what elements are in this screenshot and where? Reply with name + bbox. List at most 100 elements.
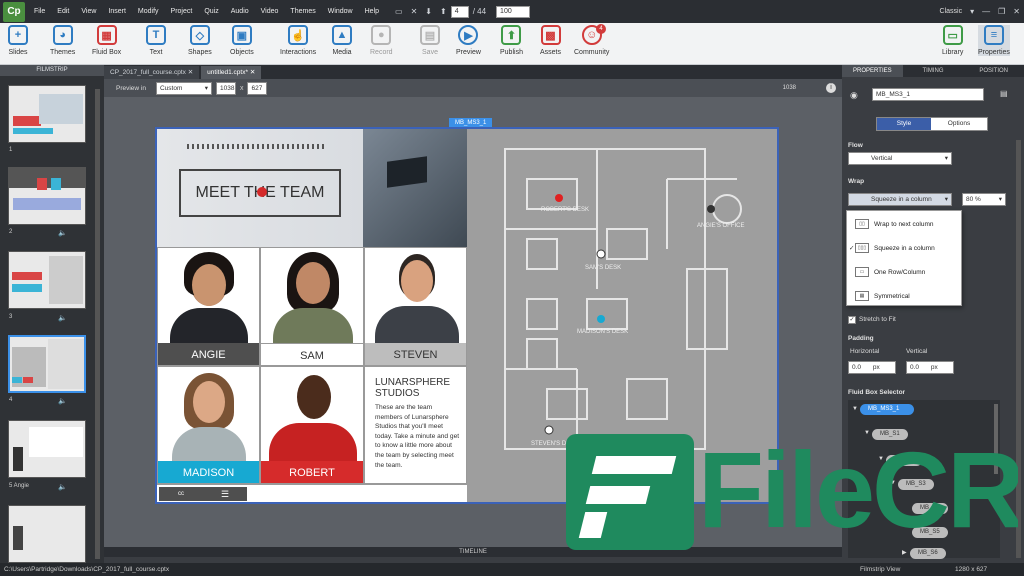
menu-insert[interactable]: Insert: [108, 8, 126, 15]
cc-button[interactable]: cc: [159, 487, 203, 501]
info-icon[interactable]: i: [826, 83, 836, 93]
eye-icon[interactable]: ◉: [850, 90, 858, 101]
fluid-box-button[interactable]: ▦ Fluid Box: [92, 25, 121, 56]
steven-name: STEVEN: [365, 343, 466, 365]
angie-card[interactable]: ANGIE: [157, 247, 260, 366]
menu-icon[interactable]: ☰: [203, 487, 247, 501]
wrap-option-symmetrical[interactable]: ▦ Symmetrical: [855, 291, 910, 301]
selection-label: MB_MS3_1: [449, 118, 493, 128]
text-button[interactable]: T Text: [146, 25, 166, 56]
padding-horizontal-input[interactable]: 0.0 px: [848, 361, 896, 374]
workspace-select[interactable]: Classic: [940, 8, 963, 15]
map-label: ANGIE'S OFFICE: [697, 223, 744, 229]
padding-vertical-input[interactable]: 0.0 px: [906, 361, 954, 374]
tab-timing[interactable]: TIMING: [903, 65, 964, 77]
record-button[interactable]: ● Record: [370, 25, 393, 56]
options-tab[interactable]: Options: [931, 118, 987, 130]
slides-button[interactable]: + Slides: [8, 25, 28, 56]
angie-marker[interactable]: [707, 205, 715, 213]
slide-thumb-1[interactable]: [8, 85, 86, 143]
arrow-down-icon[interactable]: ⬇: [425, 7, 432, 16]
menu-view[interactable]: View: [81, 8, 96, 15]
shapes-button[interactable]: ◇ Shapes: [188, 25, 212, 56]
menu-modify[interactable]: Modify: [138, 8, 159, 15]
slide-thumb-4[interactable]: [8, 335, 86, 393]
community-label: Community: [574, 49, 610, 56]
preview-button[interactable]: ▶ Preview: [456, 25, 481, 56]
style-tab[interactable]: Style: [877, 118, 931, 130]
chevron-down-icon[interactable]: ▾: [970, 7, 974, 16]
publish-button[interactable]: ⬆ Publish: [500, 25, 523, 56]
tab-position[interactable]: POSITION: [963, 65, 1024, 77]
steven-marker[interactable]: [544, 425, 554, 435]
wrap-option-label: Symmetrical: [874, 292, 910, 300]
preview-mode-select[interactable]: Custom: [155, 81, 212, 95]
flow-select[interactable]: Vertical: [848, 152, 952, 165]
sam-marker[interactable]: [596, 249, 606, 259]
themes-button[interactable]: ◕ Themes: [50, 25, 75, 56]
menu-file[interactable]: File: [34, 8, 45, 15]
robert-marker[interactable]: [555, 194, 563, 202]
close-icon[interactable]: ✕: [1013, 7, 1020, 16]
wrap-option-one-row[interactable]: ▭ One Row/Column: [855, 267, 925, 277]
wrap-option-squeeze[interactable]: ✓ ▯▯▯ Squeeze in a column: [849, 243, 935, 253]
madison-card[interactable]: MADISON: [157, 366, 260, 484]
menu-audio[interactable]: Audio: [231, 8, 249, 15]
menu-help[interactable]: Help: [365, 8, 379, 15]
tab-properties[interactable]: PROPERTIES: [842, 65, 903, 77]
interactions-button[interactable]: ☝ Interactions: [280, 25, 316, 56]
page-current-input[interactable]: 4: [450, 5, 469, 18]
filmstrip-scrollbar[interactable]: [95, 89, 100, 559]
wrap-option-next-column[interactable]: ▯▯ Wrap to next column: [855, 219, 934, 229]
slide-thumb-2[interactable]: [8, 167, 86, 225]
restore-icon[interactable]: ❐: [998, 7, 1005, 16]
madison-marker[interactable]: [597, 315, 605, 323]
tab-label: untitled1.cptx*: [207, 69, 248, 76]
slide-thumb-6[interactable]: [8, 505, 86, 563]
menu-project[interactable]: Project: [171, 8, 193, 15]
minimize-icon[interactable]: —: [982, 7, 990, 16]
menu-video[interactable]: Video: [261, 8, 279, 15]
menu-themes[interactable]: Themes: [290, 8, 315, 15]
media-button[interactable]: ▲ Media: [332, 25, 352, 56]
tab-course-file[interactable]: CP_2017_full_course.cptx ✕: [104, 66, 200, 79]
menu-edit[interactable]: Edit: [57, 8, 69, 15]
preview-height-input[interactable]: 627: [247, 81, 268, 95]
sam-card[interactable]: SAM: [260, 247, 364, 366]
hotspot-icon[interactable]: [257, 187, 267, 197]
tab-untitled[interactable]: untitled1.cptx* ✕: [201, 66, 262, 79]
properties-button[interactable]: ≡ Properties: [978, 25, 1010, 56]
wrap-percent-select[interactable]: 80 %: [962, 193, 1006, 206]
close-icon[interactable]: ✕: [188, 69, 193, 76]
save-button[interactable]: ▤ Save: [420, 25, 440, 56]
properties-icon: ≡: [983, 25, 1004, 45]
arrow-up-icon[interactable]: ⬆: [440, 7, 447, 16]
document-tabs: CP_2017_full_course.cptx ✕ untitled1.cpt…: [104, 65, 842, 79]
objects-button[interactable]: ▣ Objects: [230, 25, 254, 56]
flow-label: Flow: [848, 142, 863, 149]
object-name-input[interactable]: MB_MS3_1: [872, 88, 984, 101]
menu-quiz[interactable]: Quiz: [204, 8, 218, 15]
close-icon[interactable]: ✕: [250, 69, 255, 76]
monitor-icon[interactable]: ▭: [395, 7, 403, 16]
angie-name: ANGIE: [158, 343, 259, 365]
menu-window[interactable]: Window: [328, 8, 353, 15]
close-doc-icon[interactable]: ✕: [411, 7, 418, 16]
steven-card[interactable]: STEVEN: [364, 247, 467, 366]
preview-width-input[interactable]: 1038: [215, 81, 236, 95]
slide-thumb-3[interactable]: [8, 251, 86, 309]
slide-number: 4: [9, 397, 13, 403]
assets-button[interactable]: ▩ Assets: [540, 25, 561, 56]
robert-card[interactable]: ROBERT: [260, 366, 364, 484]
studio-description: These are the team members of Lunarspher…: [375, 404, 460, 469]
fluid-box-selector-label: Fluid Box Selector: [848, 389, 906, 396]
save-label: Save: [422, 49, 438, 56]
zoom-select[interactable]: 100: [496, 5, 531, 18]
tree-node-root[interactable]: MB_MS3_1: [860, 404, 914, 415]
wrap-select[interactable]: Squeeze in a column: [848, 193, 952, 206]
slide-thumb-5[interactable]: [8, 420, 86, 478]
style-options-icon[interactable]: ▤: [1000, 89, 1008, 98]
library-button[interactable]: ▭ Library: [942, 25, 963, 56]
stretch-checkbox[interactable]: ✓: [848, 316, 856, 324]
studio-text-box: LUNARSPHERE STUDIOS These are the team m…: [364, 366, 467, 484]
